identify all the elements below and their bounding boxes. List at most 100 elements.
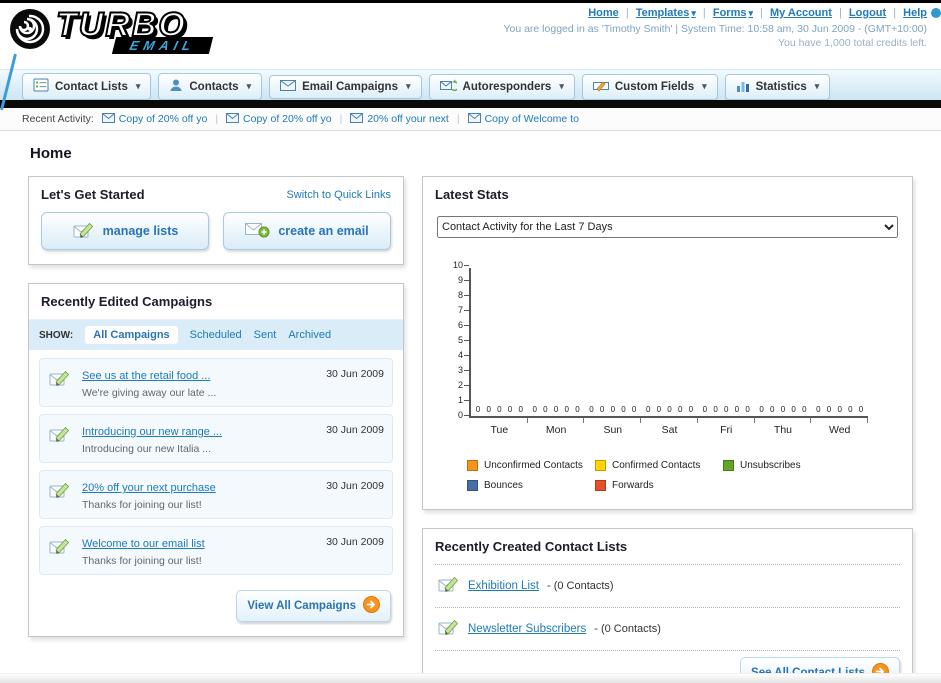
left-column: Let's Get Started Switch to Quick Links … (28, 176, 404, 637)
campaign-subtitle: Thanks for joining our list! (82, 499, 202, 511)
campaign-subtitle: Thanks for joining our list! (82, 555, 202, 567)
y-tick-label: 5 (457, 335, 463, 345)
legend-label: Confirmed Contacts (612, 460, 701, 471)
recent-activity-link[interactable]: Copy of Welcome to (485, 113, 579, 125)
envelope-icon (350, 112, 364, 126)
x-axis-label: Thu (773, 424, 792, 436)
x-axis-label: Mon (545, 424, 567, 436)
custom-fields-icon (592, 79, 609, 95)
legend-swatch (467, 460, 478, 471)
recent-activity-link[interactable]: 20% off your next (367, 113, 449, 125)
recent-contact-lists-panel: Recently Created Contact Lists Exhibitio… (422, 528, 913, 683)
legend-item: Unsubscribes (723, 460, 873, 471)
latest-stats-title: Latest Stats (435, 187, 509, 202)
bar-value-labels: 0 0 0 0 0 (475, 405, 523, 414)
campaign-title-link[interactable]: Introducing our new range ... (82, 426, 222, 438)
recent-activity-link[interactable]: Copy of 20% off yo (243, 113, 332, 125)
dropdown-arrow-icon: ▾ (814, 81, 820, 91)
y-tick-label: 9 (457, 275, 463, 285)
tab-email-campaigns[interactable]: Email Campaigns ▾ (269, 74, 422, 99)
header-link-home[interactable]: Home (588, 7, 619, 19)
header-link-my-account[interactable]: My Account (770, 7, 832, 19)
contact-list-row[interactable]: Exhibition List - (0 Contacts) (435, 565, 900, 608)
edit-campaign-icon (48, 422, 74, 448)
header-link-templates-label: Templates (635, 7, 690, 19)
tab-statistics[interactable]: Statistics ▾ (724, 73, 831, 100)
tab-label: Statistics (755, 80, 807, 93)
y-tick-mark (464, 370, 469, 371)
contact-list-rows: Exhibition List - (0 Contacts) Newslette… (435, 564, 900, 651)
y-tick-label: 6 (457, 320, 463, 330)
y-tick-label: 7 (457, 305, 463, 315)
y-tick-label: 8 (457, 290, 463, 300)
edit-campaign-icon (48, 366, 74, 392)
latest-stats-panel: Latest Stats Contact Activity for the La… (422, 176, 913, 510)
header-link-logout[interactable]: Logout (849, 7, 886, 19)
header-right: Home | Templates ▾ | Forms ▾ | My Account … (503, 7, 927, 49)
campaign-title-link[interactable]: 20% off your next purchase (82, 482, 216, 494)
campaign-subtitle: We're giving away our late ... (82, 387, 217, 399)
chart-groups: 0 0 0 0 0 Tue 0 0 0 0 0 Mon 0 0 0 0 0 Sun 0 0 … (471, 268, 868, 436)
turbo-email-logo[interactable]: TURBO EMAIL (8, 6, 214, 56)
bar-value-labels: 0 0 0 0 0 (816, 405, 864, 414)
chart-plot: 0 0 0 0 0 Tue 0 0 0 0 0 Mon 0 0 0 0 0 Sun 0 0 … (453, 260, 868, 436)
filter-tab-scheduled[interactable]: Scheduled (190, 329, 242, 341)
filter-tab-all-campaigns[interactable]: All Campaigns (85, 326, 178, 344)
edit-list-icon (437, 574, 460, 598)
stats-period-select[interactable]: Contact Activity for the Last 7 Days (437, 216, 898, 238)
header-link-forms[interactable]: Forms ▾ (713, 7, 753, 19)
tab-label: Autoresponders (462, 80, 552, 93)
logo-subtitle: EMAIL (111, 37, 214, 54)
create-email-button[interactable]: create an email (223, 212, 391, 250)
contact-list-detail: - (0 Contacts) (546, 580, 614, 592)
campaign-date: 30 Jun 2009 (326, 368, 384, 380)
contact-list-row[interactable]: Newsletter Subscribers - (0 Contacts) (435, 608, 900, 651)
footer-strip (0, 673, 941, 683)
tab-custom-fields[interactable]: Custom Fields ▾ (581, 73, 718, 100)
y-tick-label: 0 (457, 410, 463, 420)
recent-activity-item[interactable]: 20% off your next (350, 112, 449, 126)
header-link-forms-label: Forms (712, 7, 747, 19)
tab-contact-lists[interactable]: Contact Lists ▾ (22, 73, 152, 100)
recent-activity-item[interactable]: Copy of 20% off yo (101, 112, 208, 126)
nav-divider-bar (0, 100, 941, 108)
switch-quick-links-link[interactable]: Switch to Quick Links (286, 189, 391, 201)
header-link-templates[interactable]: Templates ▾ (636, 7, 696, 19)
bar-value-labels: 0 0 0 0 0 (532, 405, 580, 414)
campaign-rows: See us at the retail food ... We're givi… (29, 350, 403, 584)
bar-value-labels: 0 0 0 0 0 (702, 405, 750, 414)
tab-label: Email Campaigns (302, 80, 398, 93)
tab-contacts[interactable]: Contacts ▾ (158, 73, 263, 100)
filter-tab-sent[interactable]: Sent (254, 329, 277, 341)
filter-tab-archived[interactable]: Archived (288, 329, 331, 341)
campaign-row[interactable]: 20% off your next purchase Thanks for jo… (39, 470, 393, 519)
campaign-title-link[interactable]: See us at the retail food ... (82, 370, 210, 382)
campaign-row[interactable]: Welcome to our email list Thanks for joi… (39, 526, 393, 575)
y-tick-mark (464, 265, 469, 266)
contact-lists-title: Recently Created Contact Lists (435, 539, 628, 554)
contact-list-link[interactable]: Newsletter Subscribers (468, 623, 586, 635)
separator: | (893, 7, 897, 19)
header-link-help[interactable]: Help (903, 7, 927, 19)
view-all-campaigns-button[interactable]: View All Campaigns (236, 590, 391, 622)
campaign-subtitle: Introducing our new Italia ... (82, 443, 211, 455)
y-tick-mark (464, 295, 469, 296)
chart-bar-group: 0 0 0 0 0 Wed (811, 268, 868, 436)
contact-list-link[interactable]: Exhibition List (468, 580, 539, 592)
dropdown-arrow-icon: ▾ (691, 8, 696, 18)
recent-activity-item[interactable]: Copy of Welcome to (467, 112, 579, 126)
recent-activity-item[interactable]: Copy of 20% off yo (226, 112, 332, 126)
recent-activity-link[interactable]: Copy of 20% off yo (119, 113, 208, 125)
manage-lists-button[interactable]: manage lists (41, 212, 209, 250)
y-tick-label: 10 (452, 260, 463, 270)
campaign-title-link[interactable]: Welcome to our email list (82, 538, 205, 550)
tab-label: Contact Lists (55, 80, 128, 93)
campaign-row[interactable]: See us at the retail food ... We're givi… (39, 358, 393, 407)
campaign-date: 30 Jun 2009 (326, 480, 384, 492)
tab-autoresponders[interactable]: Autoresponders ▾ (428, 73, 575, 100)
campaign-row[interactable]: Introducing our new range ... Introducin… (39, 414, 393, 463)
chart-bar-group: 0 0 0 0 0 Fri (698, 268, 755, 436)
y-tick-mark (464, 385, 469, 386)
credits-info: You have 1,000 total credits left. (777, 37, 927, 49)
y-tick-label: 1 (457, 395, 463, 405)
